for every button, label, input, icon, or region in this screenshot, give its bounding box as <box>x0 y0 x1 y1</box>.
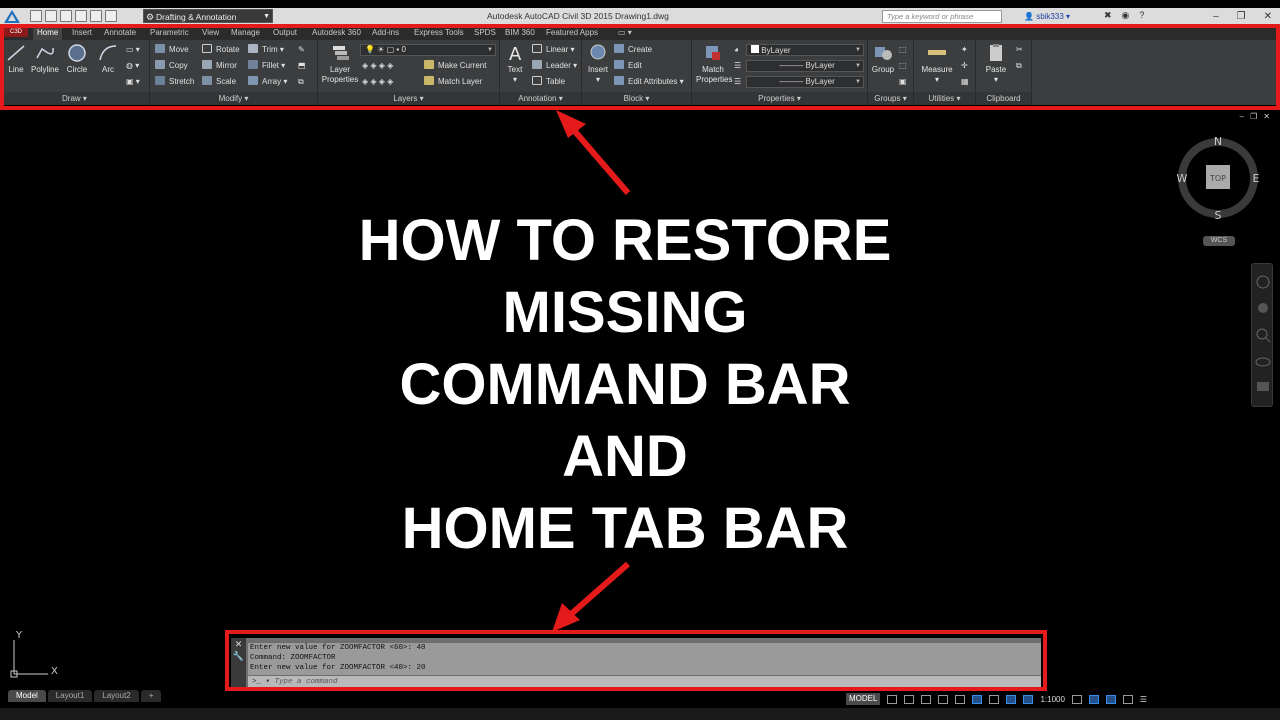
clean-screen-icon[interactable] <box>1122 694 1133 704</box>
ucs-y-label: Y <box>15 630 23 641</box>
annotation-scale[interactable]: 1:1000 <box>1040 695 1064 704</box>
auto-scale-icon[interactable] <box>1023 694 1034 704</box>
headline-text: HOW TO RESTORE MISSING COMMAND BAR AND H… <box>0 205 1250 565</box>
steering-wheel-icon[interactable] <box>1256 275 1270 289</box>
compass-n[interactable]: N <box>1214 135 1222 148</box>
pan-icon[interactable] <box>1258 303 1268 313</box>
lineweight-toggle-icon[interactable] <box>989 694 1000 704</box>
navbar-icons <box>1255 275 1271 391</box>
workspace-switch-icon[interactable] <box>1071 694 1082 704</box>
viewcube[interactable]: TOP N S E W <box>1176 132 1260 222</box>
ucs-icon: Y X <box>10 630 58 678</box>
showmotion-icon[interactable] <box>1257 382 1269 391</box>
tab-model[interactable]: Model <box>8 690 46 702</box>
command-line-highlight-box <box>225 630 1047 691</box>
hardware-acceleration-icon[interactable] <box>1105 694 1116 704</box>
tab-layout1[interactable]: Layout1 <box>47 690 93 702</box>
viewcube-face-label: TOP <box>1209 174 1226 183</box>
compass-s[interactable]: S <box>1215 209 1222 222</box>
headline-line-1: HOW TO RESTORE <box>358 208 892 273</box>
headline-line-3: COMMAND BAR <box>399 352 851 417</box>
zoom-icon[interactable] <box>1256 328 1271 343</box>
ortho-icon[interactable] <box>921 694 932 704</box>
compass-e[interactable]: E <box>1253 172 1260 185</box>
tab-layout2[interactable]: Layout2 <box>94 690 139 702</box>
arrow-up-icon <box>556 110 631 195</box>
add-layout-button[interactable]: + <box>140 690 162 702</box>
ucs-x-label: X <box>51 666 58 677</box>
object-track-icon[interactable] <box>972 694 983 704</box>
navigation-bar <box>1251 263 1273 407</box>
polar-icon[interactable] <box>938 694 949 704</box>
snap-icon[interactable] <box>904 694 915 704</box>
arrow-down-icon <box>552 561 630 632</box>
osnap-icon[interactable] <box>955 694 966 704</box>
wcs-menu[interactable]: WCS <box>1203 236 1235 246</box>
isolate-icon[interactable] <box>1088 694 1099 704</box>
bottom-strip <box>0 708 1280 720</box>
headline-line-4: AND <box>562 424 688 489</box>
headline-line-5: HOME TAB BAR <box>401 496 849 561</box>
layout-tabs: Model Layout1 Layout2 + <box>0 690 162 702</box>
customization-icon[interactable]: ☰ <box>1140 695 1147 704</box>
headline-line-2: MISSING <box>502 280 748 345</box>
status-bar: MODEL 1:1000 ☰ <box>846 692 1280 706</box>
orbit-icon[interactable] <box>1255 357 1271 367</box>
grid-icon[interactable] <box>887 694 898 704</box>
annotation-visibility-icon[interactable] <box>1006 694 1017 704</box>
model-space-button[interactable]: MODEL <box>846 693 881 705</box>
compass-w[interactable]: W <box>1177 172 1188 185</box>
